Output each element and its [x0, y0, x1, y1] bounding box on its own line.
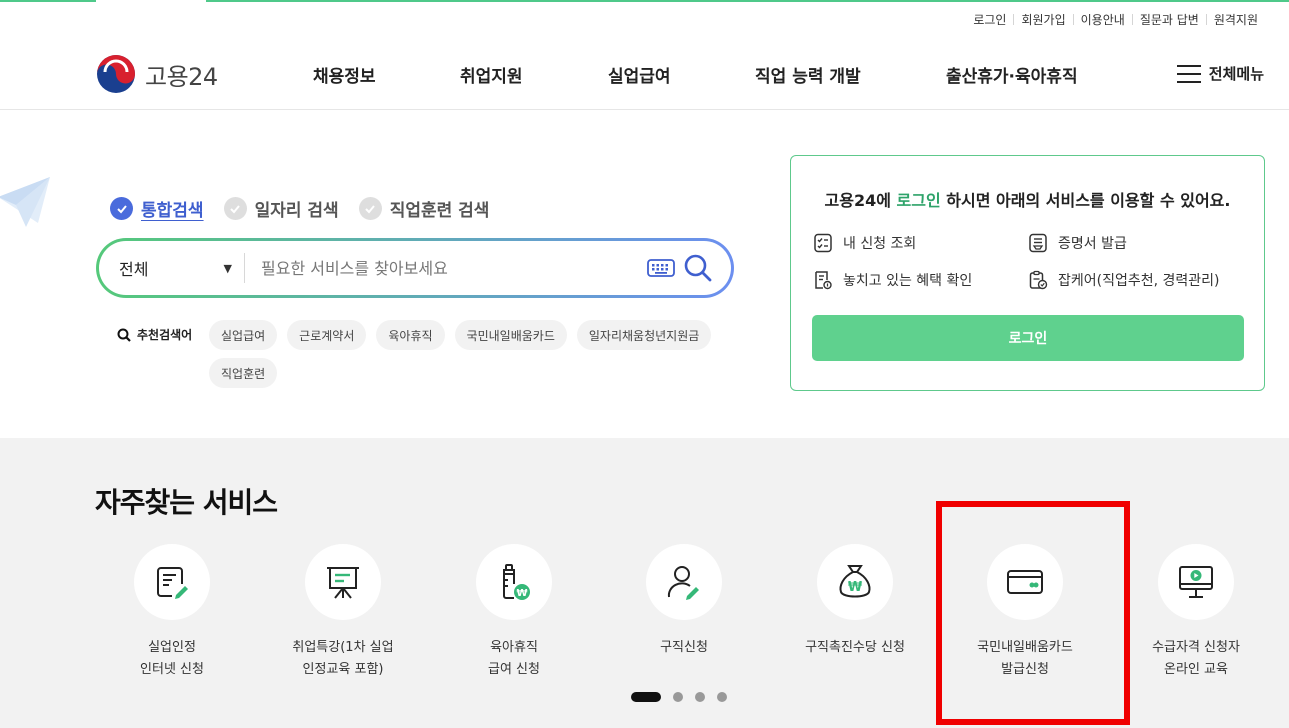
util-qna-link[interactable]: 질문과 답변	[1133, 11, 1206, 28]
service-job-promotion-allowance[interactable]: ₩ 구직촉진수당 신청	[770, 544, 940, 659]
service-label: 증명서 발급	[1058, 236, 1127, 252]
login-button[interactable]: 로그인	[812, 315, 1244, 361]
service-name-line: 국민내일배움카드	[977, 640, 1073, 655]
carousel-dot[interactable]	[695, 692, 705, 702]
keyword-chip[interactable]: 실업급여	[209, 320, 278, 350]
hamburger-icon	[1176, 64, 1201, 83]
tab-job-search[interactable]: 일자리 검색	[223, 196, 339, 221]
card-icon	[1007, 570, 1043, 594]
all-menu-label: 전체메뉴	[1208, 65, 1264, 83]
service-name-line: 온라인 교육	[1164, 662, 1228, 677]
carousel-dot[interactable]	[673, 692, 683, 702]
service-name-line: 인정교육 포함)	[302, 662, 384, 677]
nav-maternity-parental-leave[interactable]: 출산휴가·육아휴직	[946, 62, 1078, 87]
util-login-link[interactable]: 로그인	[966, 11, 1013, 28]
check-circle-icon	[223, 197, 247, 220]
recommended-keywords-label: 추천검색어	[117, 326, 192, 343]
nav-employment-support[interactable]: 취업지원	[460, 62, 523, 87]
tab-label: 통합검색	[141, 201, 204, 221]
frequent-services-section: 자주찾는 서비스 실업인정 인터넷 신청 취업특강(1차 실업 인정교육 포함)…	[0, 438, 1289, 728]
service-online-education[interactable]: 수급자격 신청자 온라인 교육	[1111, 544, 1281, 681]
search-tabs: 통합검색 일자리 검색 직업훈련 검색	[110, 196, 509, 221]
util-remote-support-link[interactable]: 원격지원	[1207, 11, 1265, 28]
service-name-line: 수급자격 신청자	[1152, 640, 1240, 655]
carousel-dot[interactable]	[631, 692, 661, 702]
search-box: 전체 ▼	[96, 238, 734, 298]
presentation-board-icon	[327, 567, 359, 599]
service-name-line: 발급신청	[1001, 662, 1049, 677]
nav-job-skills[interactable]: 직업 능력 개발	[755, 62, 861, 87]
search-scope-value: 전체	[119, 260, 149, 279]
nav-unemployment-benefit[interactable]: 실업급여	[608, 62, 671, 87]
recommended-label-text: 추천검색어	[137, 328, 193, 342]
service-learning-card-issuance[interactable]: 국민내일배움카드 발급신청	[940, 544, 1110, 681]
headline-text: 고용24에	[824, 191, 891, 210]
tab-label: 직업훈련 검색	[389, 201, 490, 221]
keyword-chip[interactable]: 일자리채움청년지원금	[576, 320, 712, 350]
service-job-seeking-registration[interactable]: 구직신청	[599, 544, 769, 659]
money-bag-won-icon: ₩	[839, 565, 871, 598]
check-circle-icon	[110, 197, 133, 220]
main-nav: 채용정보 취업지원 실업급여 직업 능력 개발 출산휴가·육아휴직	[0, 62, 1289, 87]
section-title: 자주찾는 서비스	[95, 486, 278, 519]
keyword-chip[interactable]: 국민내일배움카드	[454, 320, 567, 350]
person-pen-icon	[667, 566, 699, 600]
search-input[interactable]	[245, 258, 647, 278]
tab-integrated-search[interactable]: 통합검색	[110, 196, 204, 221]
tab-training-search[interactable]: 직업훈련 검색	[358, 196, 490, 221]
certificate-icon	[1029, 233, 1047, 253]
service-unemployment-certification[interactable]: 실업인정 인터넷 신청	[87, 544, 257, 681]
keyword-chip[interactable]: 직업훈련	[209, 358, 278, 388]
service-name-line: 육아휴직	[490, 640, 538, 655]
service-label: 놓치고 있는 혜택 확인	[843, 273, 973, 289]
nav-recruit-info[interactable]: 채용정보	[313, 62, 376, 87]
util-guide-link[interactable]: 이용안내	[1074, 11, 1132, 28]
caret-down-icon: ▼	[223, 261, 232, 275]
keyword-chip[interactable]: 근로계약서	[287, 320, 367, 350]
service-label: 잡케어(직업추천, 경력관리)	[1058, 273, 1220, 289]
check-circle-icon	[358, 197, 382, 220]
keyboard-icon[interactable]	[647, 258, 675, 278]
svg-text:₩: ₩	[848, 580, 863, 595]
svg-text:₩: ₩	[516, 588, 527, 599]
recommended-keywords: 실업급여 근로계약서 육아휴직 국민내일배움카드 일자리채움청년지원금 직업훈련	[209, 320, 719, 388]
monitor-play-icon	[1179, 566, 1213, 598]
login-card: 고용24에 로그인 하시면 아래의 서비스를 이용할 수 있어요. 내 신청 조…	[790, 155, 1265, 391]
service-name-line: 실업인정	[148, 640, 196, 655]
service-my-applications[interactable]: 내 신청 조회	[813, 233, 916, 253]
service-name-line: 구직신청	[660, 640, 708, 655]
service-name-line: 취업특강(1차 실업	[292, 640, 394, 655]
baby-bottle-won-icon: ₩	[503, 564, 530, 600]
benefit-doc-icon	[815, 271, 832, 290]
document-pen-icon	[157, 567, 188, 599]
search-scope-select[interactable]: 전체 ▼	[99, 253, 245, 283]
search-icon[interactable]	[683, 253, 713, 283]
service-name-line: 급여 신청	[488, 662, 540, 677]
headline-text: 하시면 아래의 서비스를 이용할 수 있어요.	[946, 191, 1231, 210]
service-name-line: 인터넷 신청	[140, 662, 204, 677]
service-name-line: 구직촉진수당 신청	[805, 640, 905, 655]
checklist-icon	[814, 233, 832, 253]
service-jobcare[interactable]: 잡케어(직업추천, 경력관리)	[1028, 270, 1220, 290]
service-label: 내 신청 조회	[843, 236, 917, 252]
service-missed-benefits[interactable]: 놓치고 있는 혜택 확인	[813, 270, 972, 290]
keyword-chip[interactable]: 육아휴직	[376, 320, 445, 350]
paper-plane-icon	[0, 177, 50, 227]
all-menu-button[interactable]: 전체메뉴	[1176, 63, 1264, 84]
carousel-pagination	[631, 692, 739, 702]
service-certificate[interactable]: 증명서 발급	[1028, 233, 1127, 253]
login-card-headline: 고용24에 로그인 하시면 아래의 서비스를 이용할 수 있어요.	[791, 187, 1264, 211]
headline-login-link[interactable]: 로그인	[897, 191, 941, 210]
top-accent-gap	[96, 0, 206, 2]
jobcare-icon	[1029, 270, 1048, 290]
header-divider	[0, 109, 1289, 110]
tab-label: 일자리 검색	[254, 201, 339, 221]
util-signup-link[interactable]: 회원가입	[1014, 11, 1072, 28]
service-parental-leave-benefit[interactable]: ₩ 육아휴직 급여 신청	[429, 544, 599, 681]
search-icon	[117, 328, 131, 342]
carousel-dot[interactable]	[717, 692, 727, 702]
utility-nav: 로그인 회원가입 이용안내 질문과 답변 원격지원	[966, 11, 1265, 28]
service-employment-lecture[interactable]: 취업특강(1차 실업 인정교육 포함)	[258, 544, 428, 681]
